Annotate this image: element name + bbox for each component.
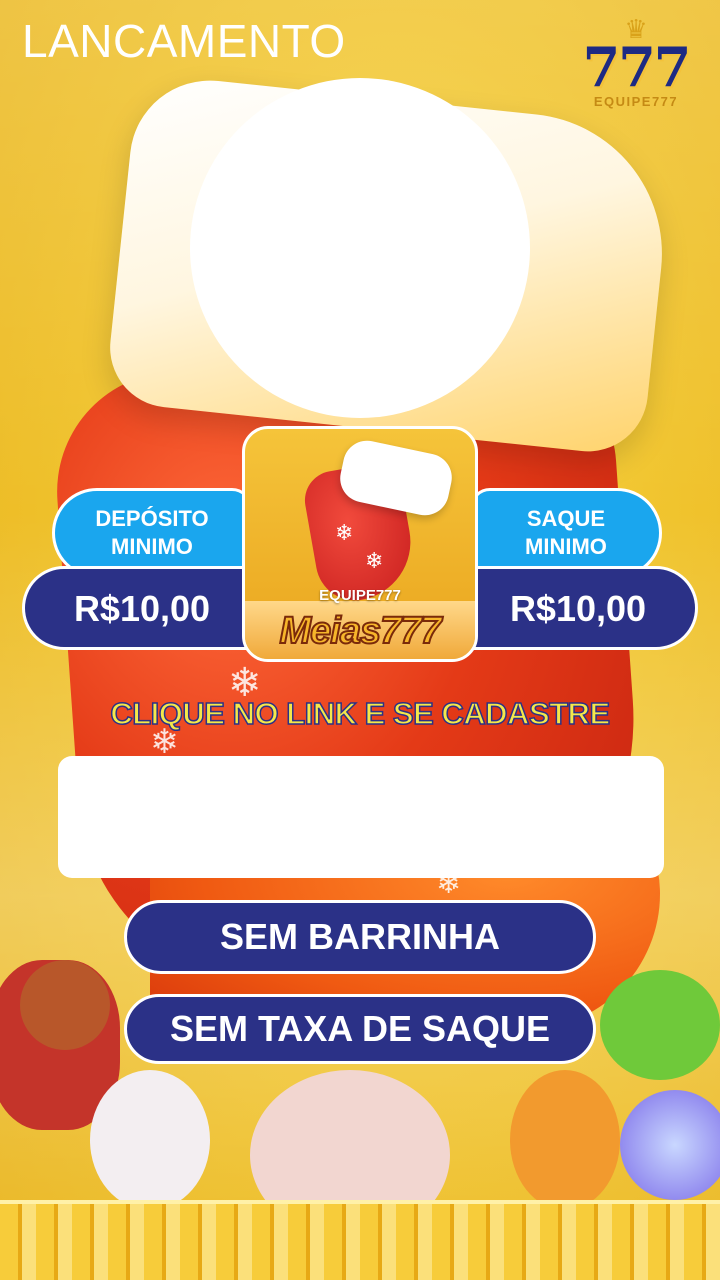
- link-box[interactable]: [58, 756, 664, 878]
- app-team-label: EQUIPE777: [319, 587, 401, 604]
- page-title: LANCAMENTO: [22, 15, 346, 67]
- gold-coins: [0, 1200, 720, 1280]
- snowflake-icon: ❄: [365, 549, 384, 574]
- no-fee-button[interactable]: SEM TAXA DE SAQUE: [124, 994, 596, 1064]
- cta-text: CLIQUE NO LINK E SE CADASTRE: [110, 695, 611, 732]
- tiger-character: [510, 1070, 620, 1210]
- deposit-label-line2: MINIMO: [111, 534, 193, 559]
- withdraw-label-line1: SAQUE: [526, 506, 606, 531]
- disco-ball: [620, 1090, 720, 1200]
- withdraw-label: SAQUE MINIMO: [470, 488, 662, 578]
- withdraw-label-line2: MINIMO: [525, 534, 607, 559]
- deposit-value: R$10,00: [22, 566, 262, 650]
- deposit-label: DEPÓSITO MINIMO: [52, 488, 252, 578]
- deposit-label-line1: DEPÓSITO: [95, 506, 209, 531]
- ox-head: [20, 960, 110, 1050]
- logo-brand: EQUIPE777: [593, 94, 679, 109]
- app-name: Meias777: [278, 609, 442, 653]
- redacted-area: [190, 78, 530, 418]
- logo-number: 777: [582, 35, 692, 99]
- dragon-character: [600, 970, 720, 1080]
- rabbit-character: [90, 1070, 210, 1210]
- withdraw-value: R$10,00: [458, 566, 698, 650]
- app-icon[interactable]: ❄ ❄ EQUIPE777 Meias777: [242, 426, 478, 662]
- no-bar-button[interactable]: SEM BARRINHA: [124, 900, 596, 974]
- snowflake-icon: ❄: [335, 521, 354, 546]
- brand-logo: ♛ 777 EQUIPE777: [576, 17, 696, 130]
